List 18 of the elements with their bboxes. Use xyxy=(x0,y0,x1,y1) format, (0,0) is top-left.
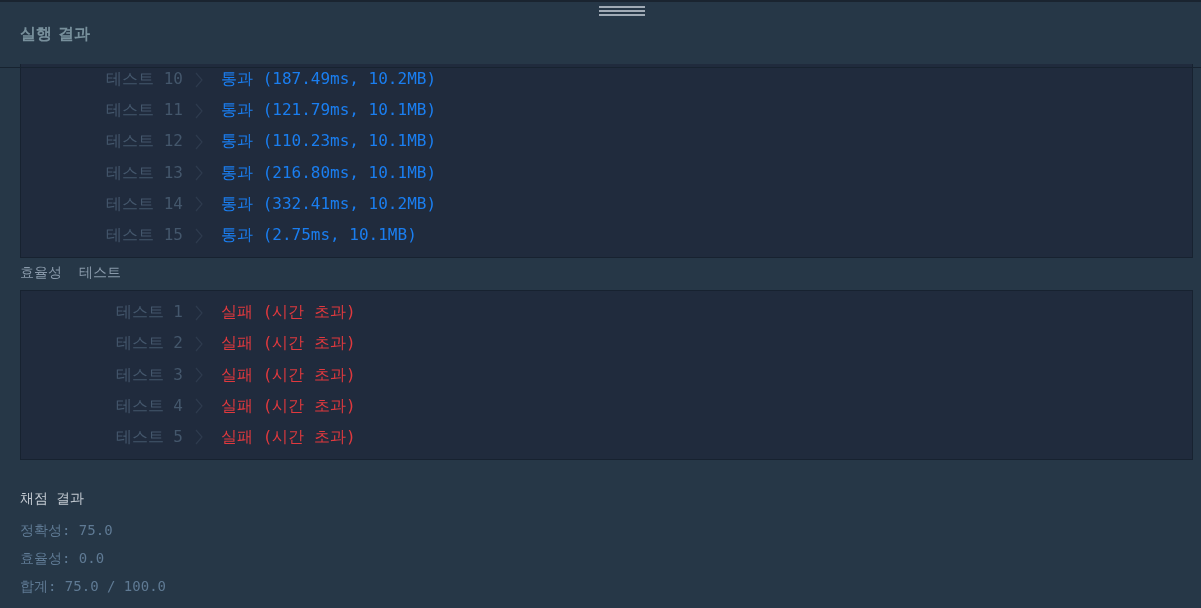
test-result: 통과 (332.41ms, 10.2MB) xyxy=(221,193,437,215)
score-line: 효율성: 0.0 xyxy=(20,550,106,569)
panel-title: 실행 결과 xyxy=(20,24,90,45)
test-result: 실패 (시간 초과) xyxy=(221,302,356,324)
test-result: 실패 (시간 초과) xyxy=(221,426,356,448)
test-result: 통과 (216.80ms, 10.1MB) xyxy=(221,162,437,184)
test-result: 통과 (2.75ms, 10.1MB) xyxy=(221,225,417,247)
score-line: 정확성: 75.0 xyxy=(20,522,114,541)
test-result: 실패 (시간 초과) xyxy=(221,395,356,417)
test-result: 실패 (시간 초과) xyxy=(221,364,356,386)
test-result: 통과 (121.79ms, 10.1MB) xyxy=(221,100,437,122)
section-heading: 효율성 테스트 xyxy=(20,263,122,283)
test-result: 통과 (110.23ms, 10.1MB) xyxy=(221,131,437,153)
score-title: 채점 결과 xyxy=(20,490,86,509)
test-result: 통과 (187.49ms, 10.2MB) xyxy=(221,69,437,91)
drag-handle-icon[interactable] xyxy=(599,6,645,18)
score-line: 합계: 75.0 / 100.0 xyxy=(20,578,167,597)
test-result: 실패 (시간 초과) xyxy=(221,333,356,355)
